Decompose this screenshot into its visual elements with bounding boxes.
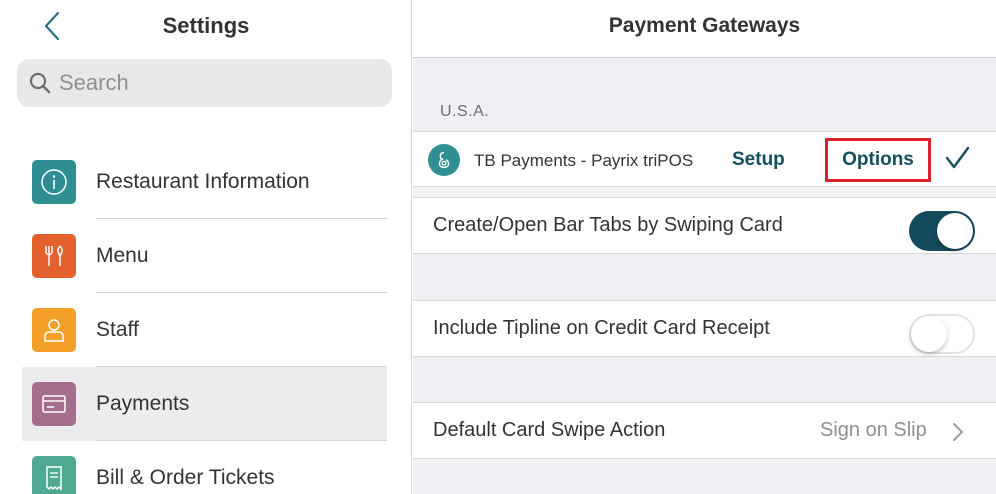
settings-menu: Restaurant Information Menu Staff Paymen…	[22, 145, 387, 494]
tipline-label: Include Tipline on Credit Card Receipt	[433, 317, 770, 339]
gateway-name: TB Payments - Payrix triPOS	[474, 151, 694, 170]
menu-item-label: Payments	[96, 392, 190, 415]
fork-knife-icon	[32, 234, 76, 278]
menu-item-payments[interactable]: Payments	[22, 367, 387, 441]
setup-button[interactable]: Setup	[732, 149, 785, 171]
card-swipe-action-label: Default Card Swipe Action	[433, 419, 666, 441]
tipline-row: Include Tipline on Credit Card Receipt	[413, 300, 996, 357]
toggle-knob	[937, 213, 973, 249]
gateway-row: TB Payments - Payrix triPOS Setup Option…	[413, 131, 996, 187]
options-button[interactable]: Options	[825, 138, 931, 182]
tipline-toggle[interactable]	[909, 314, 975, 354]
settings-title: Settings	[162, 13, 250, 38]
toggle-knob	[911, 316, 947, 352]
person-icon	[32, 308, 76, 352]
menu-item-label: Bill & Order Tickets	[96, 466, 275, 489]
menu-item-label: Staff	[96, 318, 139, 341]
payment-gateways-header: Payment Gateways	[413, 0, 996, 58]
search-input[interactable]	[59, 70, 359, 96]
options-label: Options	[842, 149, 914, 170]
menu-item-label: Menu	[96, 244, 149, 267]
search-field[interactable]	[17, 59, 392, 107]
page-title: Payment Gateways	[608, 14, 801, 37]
settings-sidebar: Settings Restaurant Information	[0, 0, 412, 494]
checkmark-icon	[945, 146, 970, 169]
bar-tabs-label: Create/Open Bar Tabs by Swiping Card	[433, 214, 783, 236]
card-swipe-action-row[interactable]: Default Card Swipe Action Sign on Slip	[413, 402, 996, 459]
tb-payments-logo-icon	[428, 144, 460, 176]
bar-tabs-row: Create/Open Bar Tabs by Swiping Card	[413, 197, 996, 254]
section-label-usa: U.S.A.	[440, 103, 490, 120]
info-icon	[32, 160, 76, 204]
bar-tabs-toggle[interactable]	[909, 211, 975, 251]
card-icon	[32, 382, 76, 426]
menu-item-menu[interactable]: Menu	[22, 219, 387, 293]
settings-header: Settings	[0, 0, 412, 52]
search-icon	[29, 72, 51, 94]
card-swipe-action-value: Sign on Slip	[820, 419, 927, 441]
menu-item-bill-order-tickets[interactable]: Bill & Order Tickets	[22, 441, 387, 494]
receipt-icon	[32, 456, 76, 494]
menu-item-staff[interactable]: Staff	[22, 293, 387, 367]
menu-item-restaurant-information[interactable]: Restaurant Information	[22, 145, 387, 219]
chevron-right-icon	[953, 423, 963, 441]
payment-gateways-panel: Payment Gateways U.S.A. TB Payments - Pa…	[413, 0, 996, 494]
menu-item-label: Restaurant Information	[96, 170, 310, 193]
